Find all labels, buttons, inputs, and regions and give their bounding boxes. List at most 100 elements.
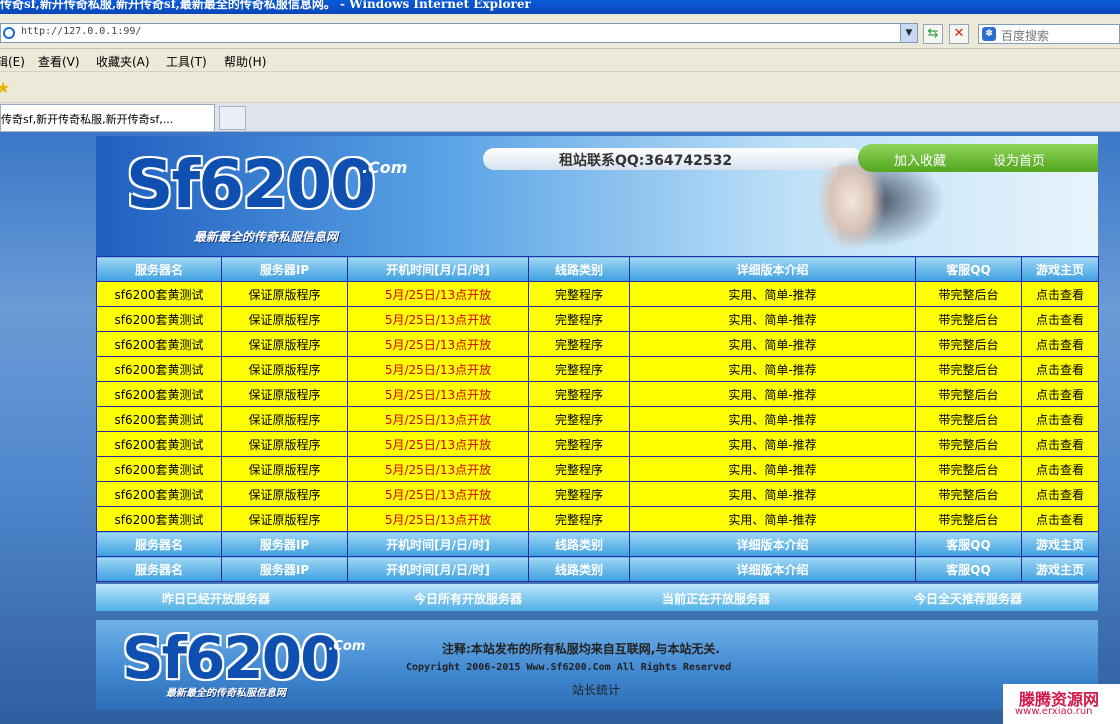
- menu-view[interactable]: 查看(V): [38, 53, 80, 70]
- column-header: 线路类别: [528, 556, 630, 582]
- view-link[interactable]: 点击查看: [1021, 431, 1099, 457]
- watermark-url: www.erxiao.run: [1015, 706, 1093, 717]
- table-cell: 带完整后台: [915, 306, 1022, 332]
- table-row[interactable]: sf6200套黄测试 保证原版程序 5月/25日/13点开放 完整程序 实用、简单-推荐…: [96, 306, 1099, 332]
- footer-logo: Sf6200.Com: [122, 624, 375, 692]
- table-cell: 5月/25日/13点开放: [347, 356, 529, 382]
- search-placeholder[interactable]: 百度搜索: [1001, 27, 1049, 44]
- table-row[interactable]: sf6200套黄测试 保证原版程序 5月/25日/13点开放 完整程序 实用、简单-推荐…: [96, 356, 1099, 382]
- column-header: 游戏主页: [1021, 556, 1099, 582]
- address-dropdown-icon[interactable]: ▼: [900, 24, 917, 42]
- add-favorite-link[interactable]: 加入收藏: [894, 150, 946, 169]
- table-cell: 完整程序: [528, 406, 630, 432]
- address-url[interactable]: http://127.0.0.1:99/: [21, 26, 141, 37]
- table-cell: 完整程序: [528, 381, 630, 407]
- view-link[interactable]: 点击查看: [1021, 456, 1099, 482]
- menu-tools[interactable]: 工具(T): [166, 53, 207, 70]
- table-cell[interactable]: sf6200套黄测试: [96, 331, 222, 357]
- column-header: 服务器IP: [221, 256, 348, 282]
- view-link[interactable]: 点击查看: [1021, 406, 1099, 432]
- stats-link[interactable]: 站长统计: [572, 681, 620, 698]
- table-cell[interactable]: sf6200套黄测试: [96, 306, 222, 332]
- refresh-icon[interactable]: ⇆: [923, 24, 943, 44]
- view-link[interactable]: 点击查看: [1021, 381, 1099, 407]
- table-row[interactable]: sf6200套黄测试 保证原版程序 5月/25日/13点开放 完整程序 实用、简单-推荐…: [96, 456, 1099, 482]
- browser-tab[interactable]: 传奇sf,新开传奇私服,新开传奇sf,...: [0, 104, 215, 131]
- menu-help[interactable]: 帮助(H): [224, 53, 266, 70]
- table-row[interactable]: sf6200套黄测试 保证原版程序 5月/25日/13点开放 完整程序 实用、简单-推荐…: [96, 406, 1099, 432]
- search-box[interactable]: ✽ 百度搜索: [978, 24, 1120, 44]
- table-row[interactable]: sf6200套黄测试 保证原版程序 5月/25日/13点开放 完整程序 实用、简单-推荐…: [96, 381, 1099, 407]
- favorites-star-icon[interactable]: ★: [0, 78, 10, 97]
- table-cell: 实用、简单-推荐: [629, 506, 916, 532]
- table-cell: 5月/25日/13点开放: [347, 331, 529, 357]
- column-header: 服务器IP: [221, 531, 348, 557]
- nav-current-open-servers[interactable]: 当前正在开放服务器: [662, 590, 770, 607]
- footer-logo-suffix: .Com: [328, 639, 366, 654]
- table-row[interactable]: sf6200套黄测试 保证原版程序 5月/25日/13点开放 完整程序 实用、简单-推荐…: [96, 431, 1099, 457]
- view-link[interactable]: 点击查看: [1021, 331, 1099, 357]
- menu-favorites[interactable]: 收藏夹(A): [96, 53, 150, 70]
- table-cell[interactable]: sf6200套黄测试: [96, 281, 222, 307]
- view-link[interactable]: 点击查看: [1021, 506, 1099, 532]
- table-cell[interactable]: sf6200套黄测试: [96, 506, 222, 532]
- table-cell[interactable]: sf6200套黄测试: [96, 481, 222, 507]
- view-link[interactable]: 点击查看: [1021, 306, 1099, 332]
- window-title: 传奇sf,新开传奇私服,新开传奇sf,最新最全的传奇私服信息网。 - Windo…: [0, 0, 531, 11]
- site-logo[interactable]: Sf6200.Com: [126, 146, 419, 223]
- table-cell[interactable]: sf6200套黄测试: [96, 356, 222, 382]
- column-header: 客服QQ: [915, 556, 1022, 582]
- table-cell: 实用、简单-推荐: [629, 331, 916, 357]
- menu-bar: 辑(E) 查看(V) 收藏夹(A) 工具(T) 帮助(H): [0, 49, 1120, 72]
- table-cell[interactable]: sf6200套黄测试: [96, 431, 222, 457]
- column-header: 详细版本介绍: [629, 556, 916, 582]
- watermark: 滕腾资源网 www.erxiao.run: [1003, 684, 1120, 724]
- table-row[interactable]: sf6200套黄测试 保证原版程序 5月/25日/13点开放 完整程序 实用、简单-推荐…: [96, 331, 1099, 357]
- browser-tab-title: 传奇sf,新开传奇私服,新开传奇sf,...: [1, 113, 174, 126]
- table-cell: 完整程序: [528, 356, 630, 382]
- table-cell: 带完整后台: [915, 381, 1022, 407]
- table-cell: 保证原版程序: [221, 381, 348, 407]
- menu-edit[interactable]: 辑(E): [0, 53, 25, 70]
- table-cell: 5月/25日/13点开放: [347, 431, 529, 457]
- nav-yesterday-servers[interactable]: 昨日已经开放服务器: [162, 590, 270, 607]
- table-cell: 5月/25日/13点开放: [347, 481, 529, 507]
- table-cell: 保证原版程序: [221, 406, 348, 432]
- set-homepage-link[interactable]: 设为首页: [993, 150, 1045, 169]
- stop-icon[interactable]: ✕: [949, 24, 969, 44]
- view-link[interactable]: 点击查看: [1021, 481, 1099, 507]
- table-header-row: 服务器名 服务器IP 开机时间[月/日/时] 线路类别 详细版本介绍 客服QQ 游戏主页: [96, 531, 1099, 557]
- table-cell[interactable]: sf6200套黄测试: [96, 456, 222, 482]
- table-cell[interactable]: sf6200套黄测试: [96, 406, 222, 432]
- table-cell: 带完整后台: [915, 281, 1022, 307]
- table-cell: 5月/25日/13点开放: [347, 306, 529, 332]
- table-cell: 保证原版程序: [221, 456, 348, 482]
- view-link[interactable]: 点击查看: [1021, 356, 1099, 382]
- table-cell: 完整程序: [528, 281, 630, 307]
- baidu-search-icon: ✽: [982, 27, 996, 41]
- table-cell: 实用、简单-推荐: [629, 456, 916, 482]
- server-category-nav: 昨日已经开放服务器 今日所有开放服务器 当前正在开放服务器 今日全天推荐服务器: [96, 584, 1098, 611]
- table-row[interactable]: sf6200套黄测试 保证原版程序 5月/25日/13点开放 完整程序 实用、简单-推荐…: [96, 506, 1099, 532]
- table-row[interactable]: sf6200套黄测试 保证原版程序 5月/25日/13点开放 完整程序 实用、简单-推荐…: [96, 481, 1099, 507]
- server-table: 服务器名 服务器IP 开机时间[月/日/时] 线路类别 详细版本介绍 客服QQ 游戏主页 sf…: [96, 256, 1099, 582]
- column-header: 服务器名: [96, 256, 222, 282]
- table-cell: 带完整后台: [915, 456, 1022, 482]
- column-header: 线路类别: [528, 531, 630, 557]
- column-header: 开机时间[月/日/时]: [347, 531, 529, 557]
- view-link[interactable]: 点击查看: [1021, 281, 1099, 307]
- nav-recommended-servers[interactable]: 今日全天推荐服务器: [914, 590, 1022, 607]
- new-tab-button[interactable]: [219, 106, 246, 130]
- address-bar[interactable]: http://127.0.0.1:99/ ▼: [0, 23, 918, 43]
- table-cell: 完整程序: [528, 456, 630, 482]
- contact-qq: 租站联系QQ:364742532: [559, 153, 733, 169]
- nav-today-all-servers[interactable]: 今日所有开放服务器: [414, 590, 522, 607]
- tab-bar: 传奇sf,新开传奇私服,新开传奇sf,...: [0, 103, 1120, 132]
- table-cell: 保证原版程序: [221, 481, 348, 507]
- table-cell: 5月/25日/13点开放: [347, 406, 529, 432]
- table-row[interactable]: sf6200套黄测试 保证原版程序 5月/25日/13点开放 完整程序 实用、简单-推荐…: [96, 281, 1099, 307]
- ie-page-icon: [3, 27, 15, 39]
- table-cell[interactable]: sf6200套黄测试: [96, 381, 222, 407]
- table-cell: 带完整后台: [915, 431, 1022, 457]
- table-cell: 5月/25日/13点开放: [347, 506, 529, 532]
